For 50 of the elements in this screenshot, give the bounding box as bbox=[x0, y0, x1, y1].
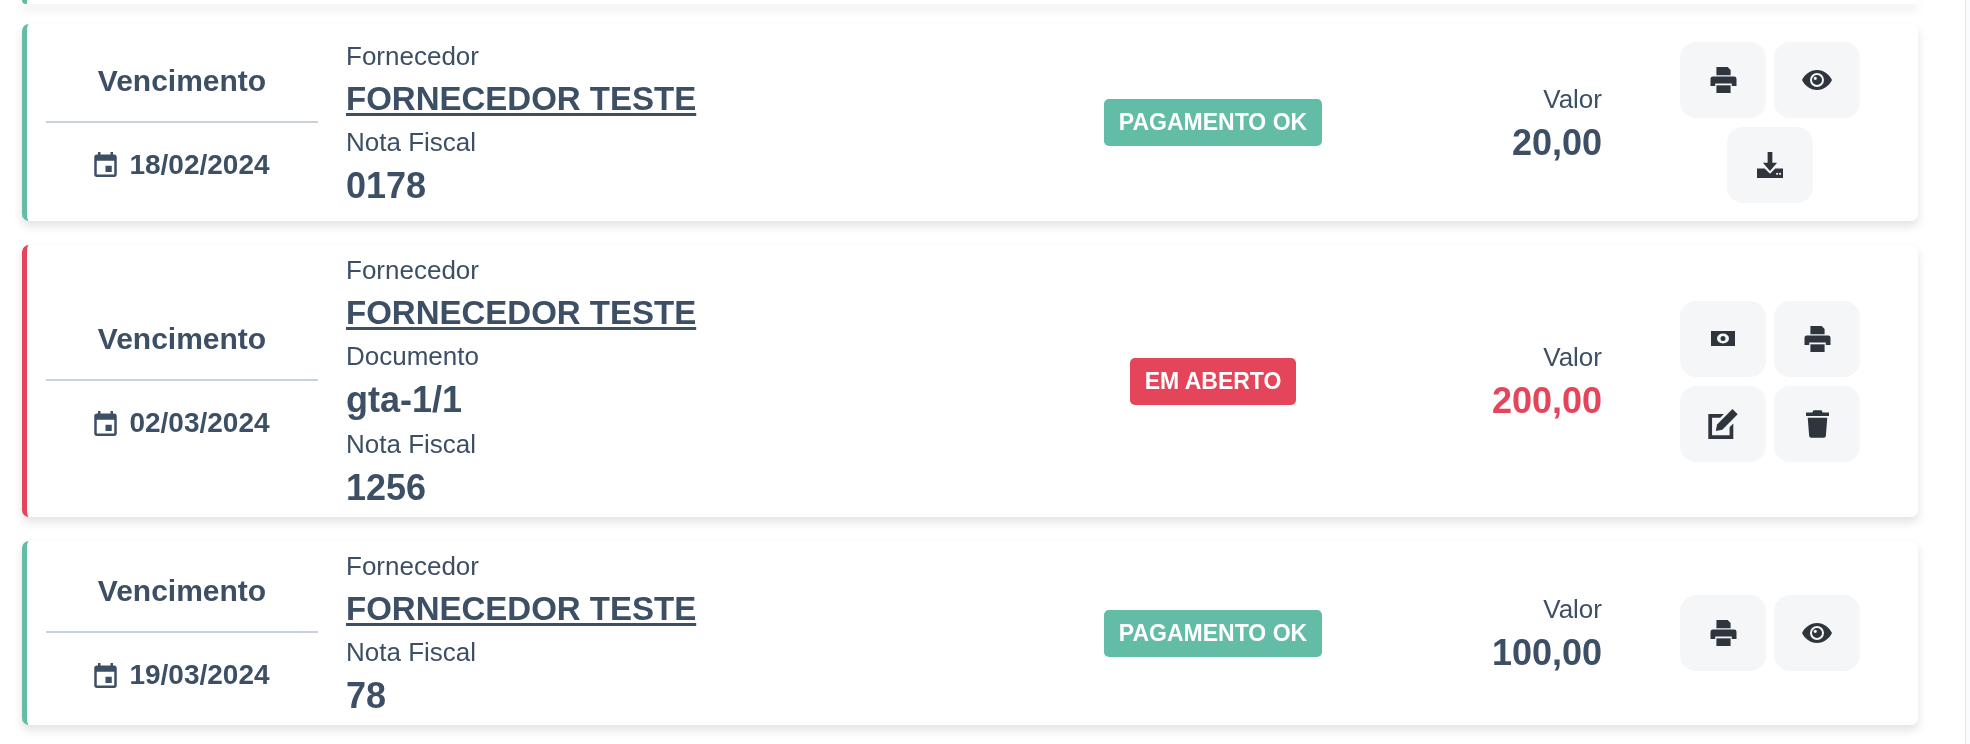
delete-button[interactable] bbox=[1774, 385, 1860, 462]
print-button[interactable] bbox=[1680, 595, 1766, 671]
amount-value: 100,00 bbox=[1491, 631, 1602, 675]
printer-icon bbox=[1709, 67, 1737, 93]
view-button[interactable] bbox=[1774, 595, 1860, 671]
download-button[interactable] bbox=[1727, 127, 1813, 203]
amount-label: Valor bbox=[1543, 82, 1602, 116]
due-date: 02/03/2024 bbox=[129, 406, 270, 440]
edit-button[interactable] bbox=[1680, 385, 1766, 462]
pay-button[interactable] bbox=[1680, 300, 1766, 377]
print-button[interactable] bbox=[1680, 42, 1766, 118]
banknote-icon bbox=[1711, 331, 1735, 346]
supplier-link[interactable]: FORNECEDOR TESTE bbox=[346, 290, 697, 336]
field-label: Fornecedor bbox=[346, 254, 479, 287]
field-label: Nota Fiscal bbox=[346, 125, 477, 159]
due-date-label: Vencimento bbox=[97, 321, 267, 357]
calendar-icon bbox=[94, 662, 118, 688]
field-label: Fornecedor bbox=[346, 550, 479, 583]
calendar-icon bbox=[94, 152, 118, 177]
due-date-label: Vencimento bbox=[97, 573, 267, 609]
amount-label: Valor bbox=[1543, 593, 1602, 626]
printer-icon bbox=[1709, 620, 1737, 646]
pencil-square-icon bbox=[1708, 408, 1738, 439]
field-label: Fornecedor bbox=[346, 39, 479, 73]
field-label: Nota Fiscal bbox=[346, 636, 477, 669]
supplier-link[interactable]: FORNECEDOR TESTE bbox=[346, 75, 697, 122]
due-date: 18/02/2024 bbox=[129, 147, 270, 182]
field-label: Nota Fiscal bbox=[346, 428, 477, 461]
field-value: 1256 bbox=[346, 466, 427, 510]
supplier-link[interactable]: FORNECEDOR TESTE bbox=[346, 586, 697, 632]
field-value: 0178 bbox=[346, 163, 427, 208]
download-icon bbox=[1756, 152, 1784, 178]
calendar-icon bbox=[94, 410, 118, 436]
view-button[interactable] bbox=[1774, 42, 1860, 118]
due-date: 19/03/2024 bbox=[129, 658, 270, 692]
eye-icon bbox=[1802, 623, 1832, 643]
status-badge: PAGAMENTO OK bbox=[1103, 99, 1323, 146]
field-value: gta-1/1 bbox=[346, 378, 463, 422]
field-label: Documento bbox=[346, 340, 479, 373]
amount-value: 20,00 bbox=[1511, 120, 1602, 165]
field-value: 78 bbox=[346, 674, 387, 718]
status-badge: PAGAMENTO OK bbox=[1103, 609, 1323, 657]
amount-value: 200,00 bbox=[1491, 379, 1602, 423]
status-badge: EM ABERTO bbox=[1129, 357, 1297, 405]
print-button[interactable] bbox=[1774, 300, 1860, 377]
trash-icon bbox=[1805, 409, 1829, 438]
eye-icon bbox=[1802, 70, 1832, 90]
amount-label: Valor bbox=[1543, 341, 1602, 374]
due-date-label: Vencimento bbox=[97, 62, 267, 99]
printer-icon bbox=[1803, 325, 1831, 352]
